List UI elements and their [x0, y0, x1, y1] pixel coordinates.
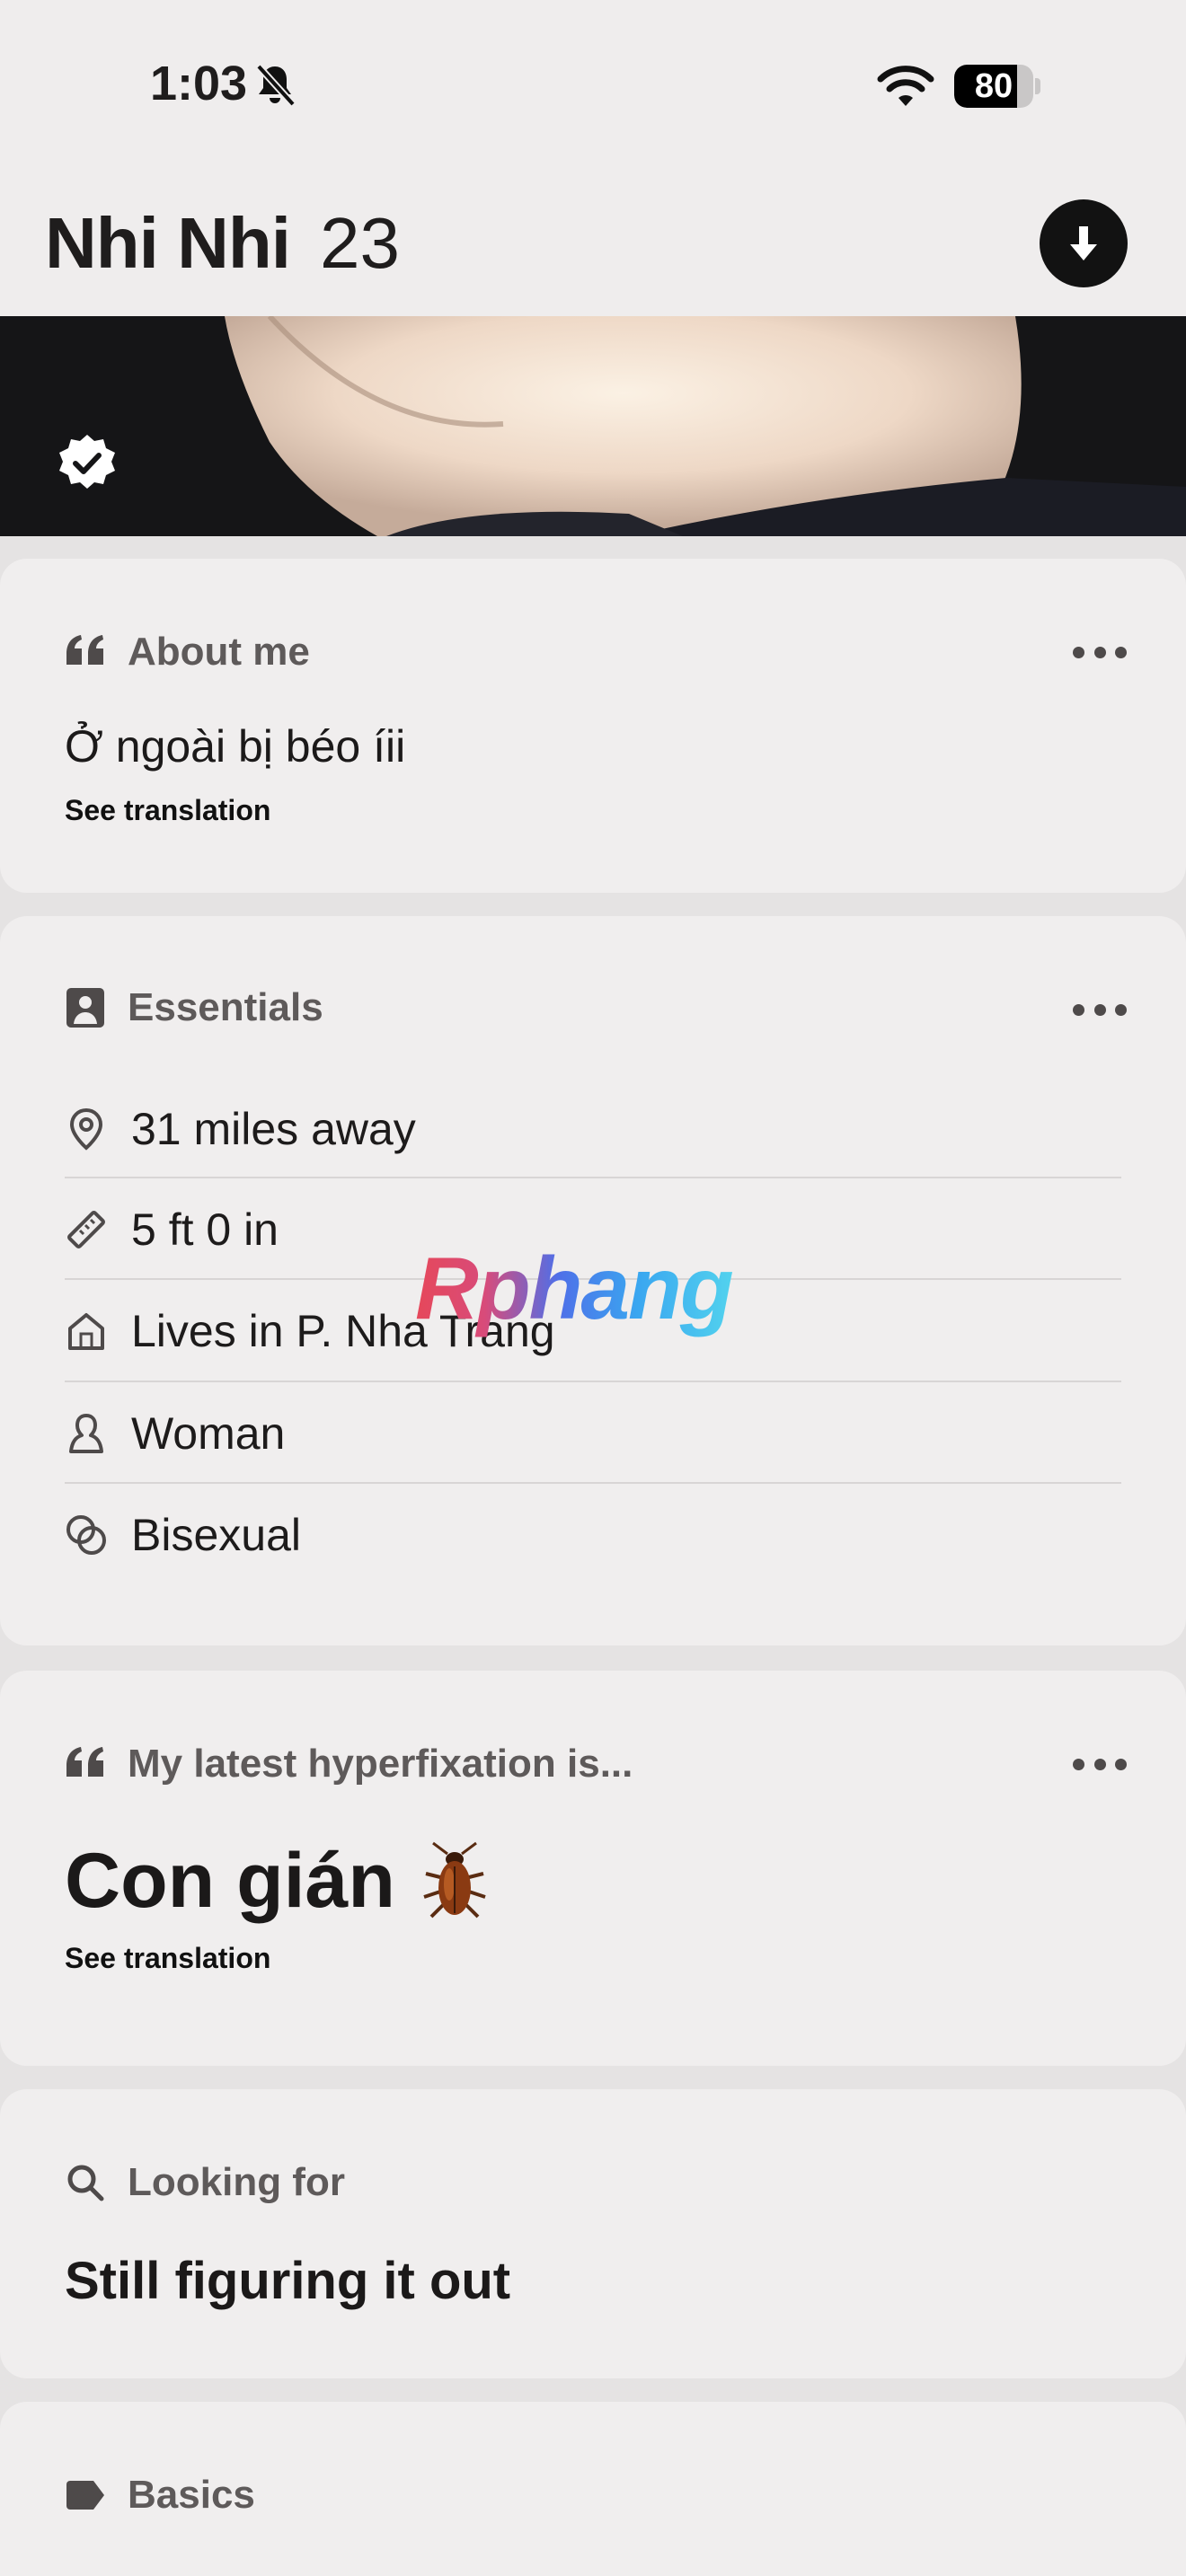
status-time: 1:03 — [150, 57, 248, 110]
about-card: About me Ở ngoài bị béo íii See translat… — [0, 559, 1186, 893]
ruler-icon — [67, 1210, 105, 1248]
bell-muted-icon — [256, 64, 296, 107]
verified-badge-icon — [59, 435, 115, 489]
prompt-more-button[interactable] — [1073, 1746, 1127, 1782]
essential-text: Bisexual — [131, 1509, 301, 1560]
person-icon — [69, 1413, 103, 1453]
about-see-translation-link[interactable]: See translation — [65, 794, 270, 827]
profile-card-icon — [66, 988, 104, 1028]
profile-name: Nhi Nhi — [45, 203, 291, 283]
essential-row-orientation: Bisexual — [65, 1484, 1121, 1585]
essential-row-gender: Woman — [65, 1382, 1121, 1484]
essentials-card-header: Essentials — [65, 983, 323, 1033]
prompt-card: My latest hyperfixation is... Con gián S… — [0, 1671, 1186, 2066]
prompt-answer: Con gián — [65, 1837, 489, 1926]
prompt-see-translation-link[interactable]: See translation — [65, 1942, 270, 1975]
prompt-card-header: My latest hyperfixation is... — [65, 1739, 633, 1789]
search-icon — [67, 2165, 104, 2201]
looking-for-card: Looking for Still figuring it out — [0, 2089, 1186, 2378]
basics-title: Basics — [128, 2473, 255, 2517]
profile-age: 23 — [320, 203, 400, 283]
battery-indicator: 80 — [954, 65, 1040, 108]
status-bar: 1:03 80 — [0, 0, 1186, 180]
about-text: Ở ngoài bị béo íii — [65, 721, 406, 772]
home-icon — [68, 1312, 104, 1350]
essentials-title: Essentials — [128, 985, 323, 1029]
location-pin-icon — [69, 1107, 103, 1151]
download-button[interactable] — [1040, 199, 1128, 287]
prompt-answer-text: Con gián — [65, 1838, 395, 1924]
quote-icon — [66, 1747, 103, 1777]
looking-for-title: Looking for — [128, 2160, 345, 2204]
profile-page: 1:03 80 Nhi Nhi 23 About me Ở ngoài bị b… — [0, 0, 1186, 2576]
prompt-title: My latest hyperfixation is... — [128, 1742, 633, 1786]
essentials-more-button[interactable] — [1073, 992, 1127, 1028]
profile-header: Nhi Nhi 23 — [0, 180, 1186, 316]
looking-for-card-header: Looking for — [65, 2157, 345, 2208]
quote-icon — [66, 635, 103, 665]
arrow-down-icon — [1070, 226, 1097, 260]
orientation-icon — [66, 1514, 106, 1555]
tag-icon — [66, 2481, 104, 2510]
profile-photo[interactable] — [0, 316, 1186, 536]
essential-row-distance: 31 miles away — [65, 1078, 1121, 1179]
about-title: About me — [128, 630, 310, 674]
basics-card: Basics — [0, 2402, 1186, 2576]
about-more-button[interactable] — [1073, 634, 1127, 670]
looking-for-answer: Still figuring it out — [65, 2252, 511, 2310]
basics-card-header: Basics — [65, 2470, 255, 2520]
wifi-icon — [877, 66, 934, 106]
photo-image — [0, 316, 1186, 536]
battery-percent: 80 — [974, 67, 1013, 105]
essential-text: 31 miles away — [131, 1103, 416, 1154]
essential-text: Woman — [131, 1407, 286, 1459]
essential-text: 5 ft 0 in — [131, 1204, 279, 1255]
watermark-logo: Rphang — [415, 1239, 734, 1337]
about-card-header: About me — [65, 627, 310, 677]
cockroach-emoji-icon — [423, 1841, 486, 1918]
